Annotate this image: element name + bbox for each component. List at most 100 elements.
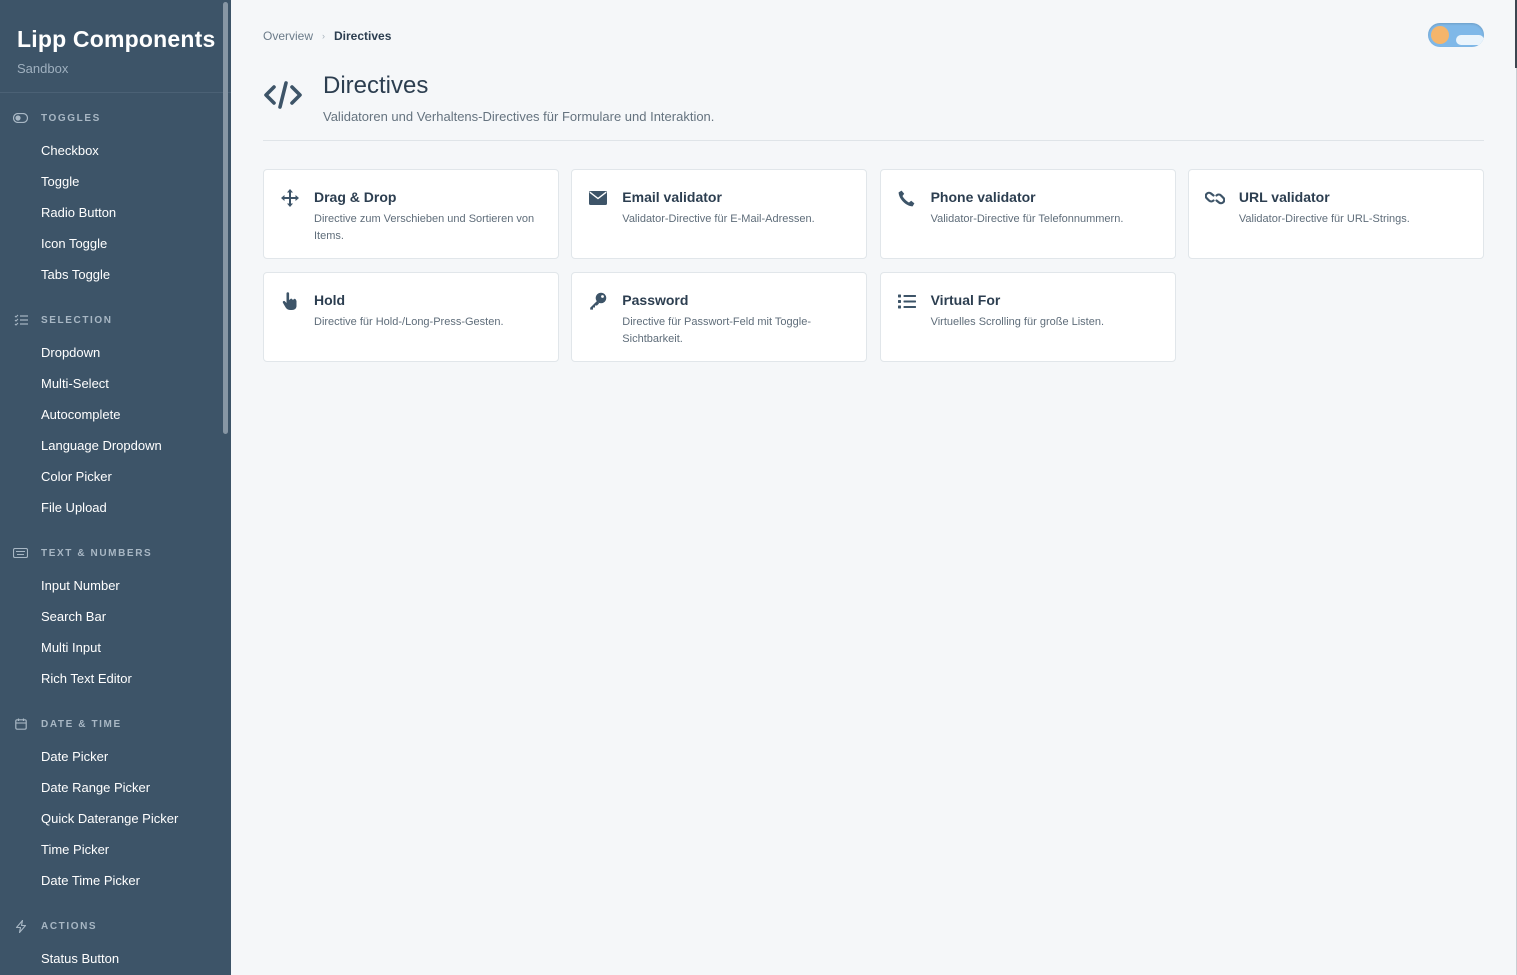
nav-section-header: TOGGLES <box>0 111 231 125</box>
calendar-icon <box>13 718 28 730</box>
nav-list: Date Picker Date Range Picker Quick Datera… <box>0 741 231 896</box>
nav-section-text-and-numbers: TEXT & NUMBERS Input Number Search Bar Mult… <box>0 546 231 694</box>
toggle-icon <box>13 112 28 124</box>
sidebar-item-radio-button[interactable]: Radio Button <box>0 197 231 228</box>
sidebar-item-color-picker[interactable]: Color Picker <box>0 461 231 492</box>
card-title: URL validator <box>1238 189 1330 205</box>
page-title: Directives <box>323 72 429 99</box>
cloud-icon <box>1456 35 1484 45</box>
brand-title: Lipp Components <box>17 26 216 52</box>
sidebar-item-quick-daterange-picker[interactable]: Quick Daterange Picker <box>0 803 231 834</box>
nav-section-title: TOGGLES <box>41 112 101 124</box>
envelope-icon <box>588 188 608 208</box>
card-body: Virtual For Virtuelles Scrolling für groß… <box>931 291 1104 361</box>
directive-card-virtual-for[interactable]: Virtual For Virtuelles Scrolling für groß… <box>879 272 1176 362</box>
sidebar-item-rich-text-editor[interactable]: Rich Text Editor <box>0 663 231 694</box>
directive-card-password[interactable]: Password Directive für Passwort-Feld mit … <box>571 272 868 362</box>
card-body: Email validator Validator-Directive für E… <box>622 188 814 258</box>
sidebar-item-checkbox[interactable]: Checkbox <box>0 135 231 166</box>
breadcrumb-current: Directives <box>334 29 392 43</box>
nav-section-title: ACTIONS <box>41 920 98 932</box>
card-description: Validator-Directive für Telefonnummern. <box>930 213 1124 225</box>
nav-section-title: DATE & TIME <box>41 718 122 730</box>
card-title: Drag & Drop <box>314 189 397 205</box>
card-body: Hold Directive für Hold-/Long-Press-Geste… <box>314 291 504 361</box>
card-body: Phone validator Validator-Directive für T… <box>931 188 1124 258</box>
sidebar-item-search-bar[interactable]: Search Bar <box>0 601 231 632</box>
sidebar-item-dropdown[interactable]: Dropdown <box>0 337 231 368</box>
hand-pointer-icon <box>280 291 300 311</box>
directive-cards: Drag & Drop Directive zum Verschieben und… <box>263 169 1484 362</box>
sidebar: Lipp Components Sandbox TOGGLES Checkbox T… <box>0 0 231 975</box>
card-body: URL validator Validator-Directive für URL… <box>1239 188 1410 258</box>
keyboard-icon <box>13 547 28 559</box>
page-header: Directives Validatoren und Verhaltens-Di… <box>263 70 714 124</box>
sun-icon <box>1431 26 1449 44</box>
card-description: Virtuelles Scrolling für große Listen. <box>930 316 1105 328</box>
card-description: Directive zum Verschieben und Sortieren … <box>314 213 535 242</box>
directive-card-url-validator[interactable]: URL validator Validator-Directive für URL… <box>1187 169 1484 259</box>
sidebar-nav: TOGGLES Checkbox Toggle Radio Button Icon To… <box>0 111 231 974</box>
card-body: Password Directive für Passwort-Feld mit … <box>622 291 850 361</box>
card-body: Drag & Drop Directive zum Verschieben und… <box>314 188 542 258</box>
directive-card-drag-and-drop[interactable]: Drag & Drop Directive zum Verschieben und… <box>263 169 559 259</box>
sidebar-scrollbar[interactable] <box>223 2 228 434</box>
breadcrumb: Overview › Directives <box>263 29 391 43</box>
nav-list: Dropdown Multi-Select Autocomplete Language… <box>0 337 231 523</box>
nav-list: Status Button <box>0 943 231 974</box>
nav-section-header: ACTIONS <box>0 919 231 933</box>
card-description: Validator-Directive für URL-Strings. <box>1238 213 1410 225</box>
list-icon <box>897 291 917 311</box>
code-icon <box>263 75 303 115</box>
card-description: Validator-Directive für E-Mail-Adressen. <box>622 213 815 225</box>
nav-list: Checkbox Toggle Radio Button Icon Toggle Tab… <box>0 135 231 290</box>
page-subtitle: Validatoren und Verhaltens-Directives fü… <box>323 109 715 124</box>
nav-section-title: SELECTION <box>41 314 113 326</box>
nav-section-actions: ACTIONS Status Button <box>0 919 231 974</box>
main-content: Overview › Directives Directives Validat… <box>231 0 1517 975</box>
sidebar-item-input-number[interactable]: Input Number <box>0 570 231 601</box>
nav-section-title: TEXT & NUMBERS <box>41 547 153 559</box>
card-title: Email validator <box>622 189 722 205</box>
sidebar-item-icon-toggle[interactable]: Icon Toggle <box>0 228 231 259</box>
header-divider <box>263 140 1484 141</box>
nav-section-toggles: TOGGLES Checkbox Toggle Radio Button Icon To… <box>0 111 231 290</box>
card-description: Directive für Hold-/Long-Press-Gesten. <box>314 316 504 328</box>
nav-section-header: TEXT & NUMBERS <box>0 546 231 560</box>
brand: Lipp Components Sandbox <box>0 0 231 93</box>
sidebar-item-status-button[interactable]: Status Button <box>0 943 231 974</box>
sidebar-item-autocomplete[interactable]: Autocomplete <box>0 399 231 430</box>
sidebar-item-tabs-toggle[interactable]: Tabs Toggle <box>0 259 231 290</box>
sidebar-item-date-range-picker[interactable]: Date Range Picker <box>0 772 231 803</box>
sidebar-item-date-picker[interactable]: Date Picker <box>0 741 231 772</box>
card-title: Phone validator <box>930 189 1036 205</box>
sidebar-item-multi-select[interactable]: Multi-Select <box>0 368 231 399</box>
card-title: Hold <box>314 292 346 308</box>
sidebar-item-multi-input[interactable]: Multi Input <box>0 632 231 663</box>
nav-list: Input Number Search Bar Multi Input Rich Te… <box>0 570 231 694</box>
link-icon <box>1204 188 1225 208</box>
nav-section-header: SELECTION <box>0 313 231 327</box>
card-description: Directive für Passwort-Feld mit Toggle-S… <box>622 316 811 345</box>
move-icon <box>280 188 300 208</box>
sidebar-item-language-dropdown[interactable]: Language Dropdown <box>0 430 231 461</box>
breadcrumb-overview-link[interactable]: Overview <box>263 29 313 43</box>
nav-section-date-and-time: DATE & TIME Date Picker Date Range Picker Q… <box>0 717 231 896</box>
directive-card-email-validator[interactable]: Email validator Validator-Directive für E… <box>571 169 868 259</box>
directive-card-hold[interactable]: Hold Directive für Hold-/Long-Press-Geste… <box>263 272 559 362</box>
theme-toggle[interactable] <box>1428 23 1484 47</box>
directive-card-phone-validator[interactable]: Phone validator Validator-Directive für T… <box>879 169 1176 259</box>
bolt-icon <box>13 919 28 933</box>
card-title: Password <box>622 292 689 308</box>
sidebar-item-time-picker[interactable]: Time Picker <box>0 834 231 865</box>
list-check-icon <box>13 314 28 326</box>
key-icon <box>588 291 608 311</box>
nav-section-selection: SELECTION Dropdown Multi-Select Autocomplet… <box>0 313 231 523</box>
sidebar-item-toggle[interactable]: Toggle <box>0 166 231 197</box>
nav-section-header: DATE & TIME <box>0 717 231 731</box>
sidebar-item-date-time-picker[interactable]: Date Time Picker <box>0 865 231 896</box>
card-title: Virtual For <box>930 292 1001 308</box>
brand-subtitle: Sandbox <box>17 61 69 76</box>
sidebar-item-file-upload[interactable]: File Upload <box>0 492 231 523</box>
breadcrumb-separator: › <box>322 31 326 41</box>
